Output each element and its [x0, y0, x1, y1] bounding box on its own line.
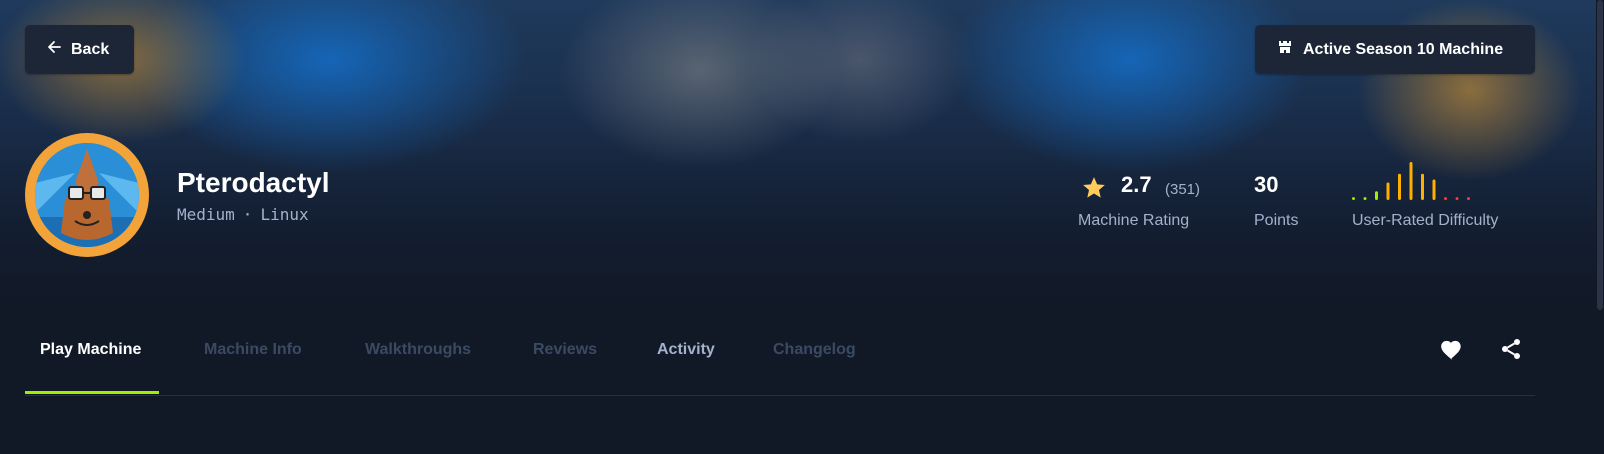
- machine-name: Pterodactyl: [177, 167, 330, 198]
- difficulty-bar: [1386, 182, 1390, 200]
- tab-changelog[interactable]: Changelog: [773, 341, 856, 359]
- machine-avatar: [25, 133, 149, 257]
- back-button[interactable]: Back: [25, 25, 134, 74]
- machine-meta: Medium · Linux: [177, 205, 309, 224]
- difficulty-label: User-Rated Difficulty: [1352, 212, 1499, 229]
- tab-machine-info[interactable]: Machine Info: [204, 341, 302, 359]
- points-label: Points: [1254, 212, 1299, 229]
- tab-play-machine[interactable]: Play Machine: [40, 341, 141, 359]
- difficulty-bar: [1455, 197, 1459, 200]
- meta-separator: ·: [242, 205, 253, 224]
- tab-walkthroughs[interactable]: Walkthroughs: [365, 341, 471, 359]
- tab-reviews[interactable]: Reviews: [533, 341, 597, 359]
- difficulty-bar: [1409, 162, 1413, 200]
- difficulty-bar: [1467, 197, 1470, 200]
- machine-os: Linux: [260, 205, 309, 224]
- star-icon: [1081, 175, 1107, 206]
- season-label: Active Season 10 Machine: [1303, 40, 1504, 58]
- castle-icon: [1277, 39, 1293, 60]
- tab-activity[interactable]: Activity: [657, 341, 715, 359]
- rating-label: Machine Rating: [1078, 212, 1190, 229]
- heart-icon[interactable]: [1439, 336, 1465, 362]
- difficulty-bar: [1421, 173, 1424, 200]
- page-scrollbar[interactable]: [1596, 0, 1604, 454]
- machine-tabs: Play Machine Machine Info Walkthroughs R…: [25, 330, 1535, 396]
- back-label: Back: [71, 40, 110, 58]
- difficulty-bar: [1398, 173, 1401, 200]
- difficulty-chart: [1352, 162, 1470, 200]
- season-machine-button[interactable]: Active Season 10 Machine: [1255, 25, 1535, 74]
- scroll-thumb[interactable]: [1597, 0, 1603, 310]
- rating-count: (351): [1165, 181, 1201, 198]
- share-icon[interactable]: [1498, 336, 1524, 362]
- difficulty-bar: [1444, 197, 1447, 200]
- difficulty-bar: [1352, 197, 1355, 200]
- arrow-left-icon: [47, 40, 61, 59]
- difficulty-bar: [1375, 191, 1378, 200]
- machine-difficulty: Medium: [177, 205, 235, 224]
- points-value: 30: [1254, 172, 1279, 197]
- active-tab-indicator: [25, 391, 159, 394]
- difficulty-bar: [1432, 179, 1436, 200]
- difficulty-bar: [1363, 197, 1367, 200]
- rating-value: 2.7: [1121, 172, 1152, 197]
